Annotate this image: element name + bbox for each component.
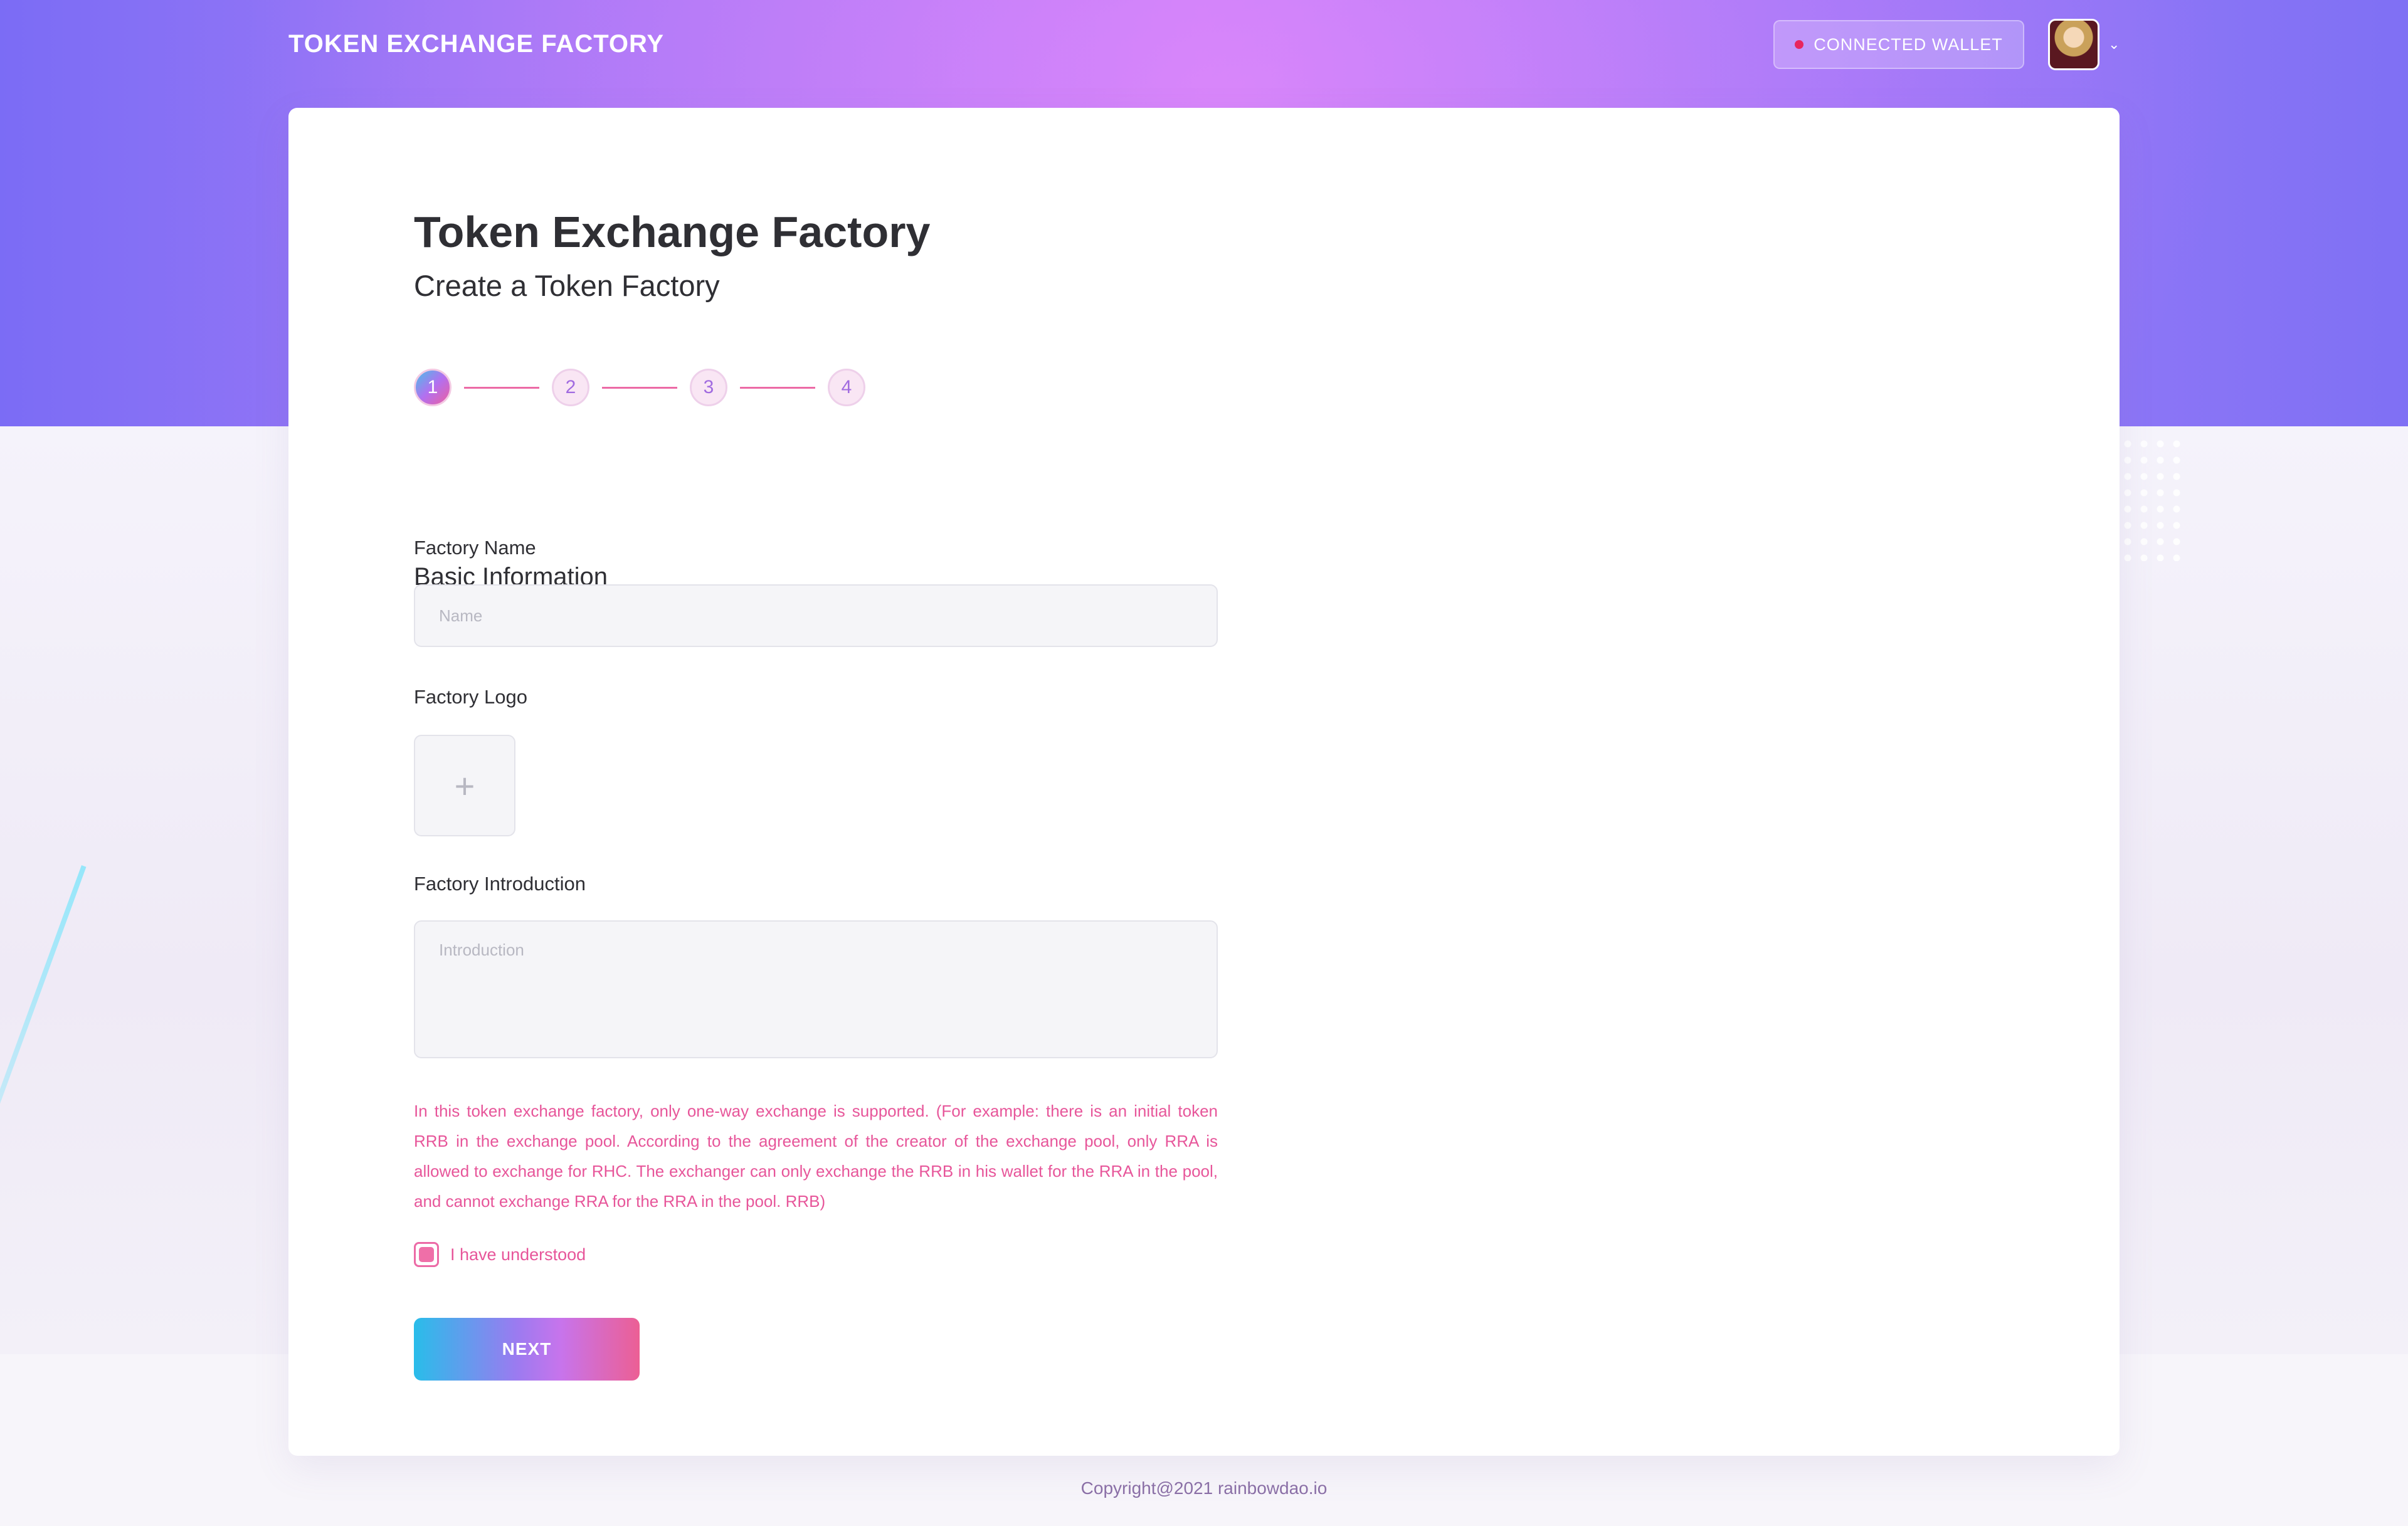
factory-logo-label: Factory Logo: [414, 686, 527, 708]
factory-logo-upload-button[interactable]: +: [414, 735, 515, 836]
understood-checkbox[interactable]: [414, 1242, 439, 1267]
page-subtitle: Create a Token Factory: [414, 269, 720, 302]
understood-checkbox-row[interactable]: I have understood: [414, 1241, 586, 1268]
step-1-indicator: 1: [414, 369, 452, 406]
factory-introduction-textarea[interactable]: [414, 920, 1218, 1058]
step-4-indicator: 4: [828, 369, 865, 406]
page-title: Token Exchange Factory: [414, 208, 931, 256]
step-connector-line: [602, 387, 677, 389]
wallet-status-dot-icon: [1795, 40, 1804, 49]
user-avatar[interactable]: [2048, 19, 2099, 70]
plus-icon: +: [454, 766, 475, 806]
understood-checkbox-label[interactable]: I have understood: [450, 1245, 586, 1265]
step-3-indicator: 3: [690, 369, 727, 406]
footer-copyright: Copyright@2021 rainbowdao.io: [1080, 1478, 1328, 1498]
step-connector-line: [740, 387, 815, 389]
checkbox-checked-indicator: [419, 1247, 434, 1262]
factory-name-label: Factory Name: [414, 537, 536, 559]
dot-pattern-decoration: [2120, 436, 2182, 561]
connected-wallet-button[interactable]: CONNECTED WALLET: [1773, 20, 2024, 69]
create-factory-card: Token Exchange Factory Create a Token Fa…: [288, 108, 2120, 1456]
top-navigation-bar: TOKEN EXCHANGE FACTORY CONNECTED WALLET …: [0, 0, 2408, 94]
step-2-indicator: 2: [552, 369, 589, 406]
factory-introduction-label: Factory Introduction: [414, 873, 586, 895]
step-connector-line: [464, 387, 539, 389]
wallet-button-label: CONNECTED WALLET: [1814, 34, 2003, 54]
factory-name-input[interactable]: [414, 584, 1218, 647]
chevron-down-icon[interactable]: ⌄: [2108, 36, 2120, 53]
brand-logo-text[interactable]: TOKEN EXCHANGE FACTORY: [288, 30, 664, 58]
one-way-exchange-notice: In this token exchange factory, only one…: [414, 1102, 1218, 1211]
next-button[interactable]: NEXT: [414, 1318, 640, 1381]
